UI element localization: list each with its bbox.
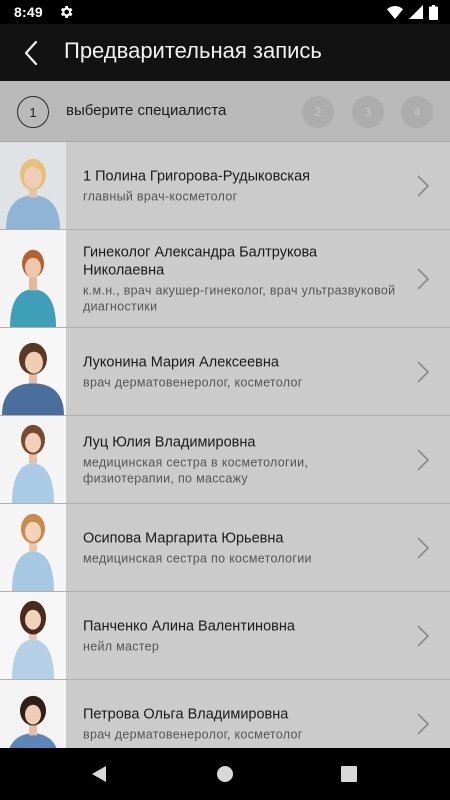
gear-icon [60, 6, 73, 18]
list-item-text: Панченко Алина Валентиновна нейл мастер [83, 617, 400, 654]
specialist-name: Гинеколог Александра Балтрукова Николаев… [83, 244, 318, 278]
specialist-title: медицинская сестра по косметологии [83, 551, 312, 565]
chevron-right-icon [417, 267, 430, 290]
step-indicator-3: 3 [352, 96, 384, 128]
step-indicator-4: 4 [401, 96, 433, 128]
list-item[interactable]: Луц Юлия Владимировна медицинская сестра… [0, 416, 450, 504]
specialist-name: Осипова Маргарита Юрьевна [83, 530, 284, 546]
specialist-photo [0, 328, 66, 415]
page-title: Предварительная запись [64, 38, 322, 63]
list-item[interactable]: Петрова Ольга Владимировна врач дерматов… [0, 680, 450, 748]
specialist-name: Петрова Ольга Владимировна [83, 706, 289, 722]
specialist-title: врач дерматовенеролог, косметолог [83, 727, 303, 741]
specialist-name: Луц Юлия Владимировна [83, 434, 256, 450]
list-item-text: Петрова Ольга Владимировна врач дерматов… [83, 705, 400, 742]
list-item-text: 1 Полина Григорова-Рудыковская главный в… [83, 167, 400, 204]
list-item-text: Луц Юлия Владимировна медицинская сестра… [83, 433, 400, 486]
nav-back-button[interactable] [88, 763, 110, 785]
specialist-title: нейл мастер [83, 639, 160, 653]
specialist-title: врач дерматовенеролог, косметолог [83, 375, 303, 389]
specialist-photo [0, 592, 66, 679]
wifi-icon [387, 5, 403, 19]
specialist-title: к.м.н., врач акушер-гинеколог, врач ульт… [83, 283, 396, 313]
back-arrow-icon [24, 40, 38, 66]
nav-home-icon [217, 766, 233, 782]
list-item[interactable]: Гинеколог Александра Балтрукова Николаев… [0, 230, 450, 328]
specialist-title: главный врач-косметолог [83, 189, 238, 203]
status-time: 8:49 [14, 4, 43, 20]
chevron-right-icon [417, 712, 430, 735]
status-icons [387, 4, 438, 20]
chevron-right-icon [417, 448, 430, 471]
chevron-right-icon [417, 624, 430, 647]
specialist-name: Панченко Алина Валентиновна [83, 618, 295, 634]
steps-bar: 1 выберите специалиста 2 3 4 [0, 81, 450, 142]
system-nav-bar [0, 748, 450, 800]
specialist-list: 1 Полина Григорова-Рудыковская главный в… [0, 142, 450, 748]
list-item[interactable]: 1 Полина Григорова-Рудыковская главный в… [0, 142, 450, 230]
nav-home-button[interactable] [214, 763, 236, 785]
list-item[interactable]: Осипова Маргарита Юрьевна медицинская се… [0, 504, 450, 592]
chevron-right-icon [417, 536, 430, 559]
nav-recents-icon [341, 766, 357, 782]
step-label: выберите специалиста [66, 102, 227, 119]
chevron-right-icon [417, 174, 430, 197]
specialist-title: медицинская сестра в косметологии, физио… [83, 455, 309, 485]
battery-icon [429, 4, 438, 20]
list-item-text: Осипова Маргарита Юрьевна медицинская се… [83, 529, 400, 566]
specialist-photo [0, 504, 66, 591]
status-bar: 8:49 [0, 0, 450, 24]
back-button[interactable] [14, 36, 48, 70]
nav-recents-button[interactable] [338, 763, 360, 785]
specialist-photo [0, 680, 66, 748]
specialist-name: 1 Полина Григорова-Рудыковская [83, 168, 310, 184]
specialist-name: Луконина Мария Алексеевна [83, 354, 279, 370]
step-indicator-2: 2 [302, 96, 334, 128]
chevron-right-icon [417, 360, 430, 383]
specialist-photo [0, 142, 66, 229]
specialist-photo [0, 416, 66, 503]
step-indicator-active: 1 [17, 96, 49, 128]
signal-icon [409, 5, 423, 19]
specialist-photo [0, 230, 66, 327]
list-item[interactable]: Панченко Алина Валентиновна нейл мастер [0, 592, 450, 680]
list-item-text: Гинеколог Александра Балтрукова Николаев… [83, 243, 400, 314]
app-bar: Предварительная запись [0, 24, 450, 81]
list-item-text: Луконина Мария Алексеевна врач дерматове… [83, 353, 400, 390]
nav-back-icon [92, 766, 106, 782]
list-item[interactable]: Луконина Мария Алексеевна врач дерматове… [0, 328, 450, 416]
